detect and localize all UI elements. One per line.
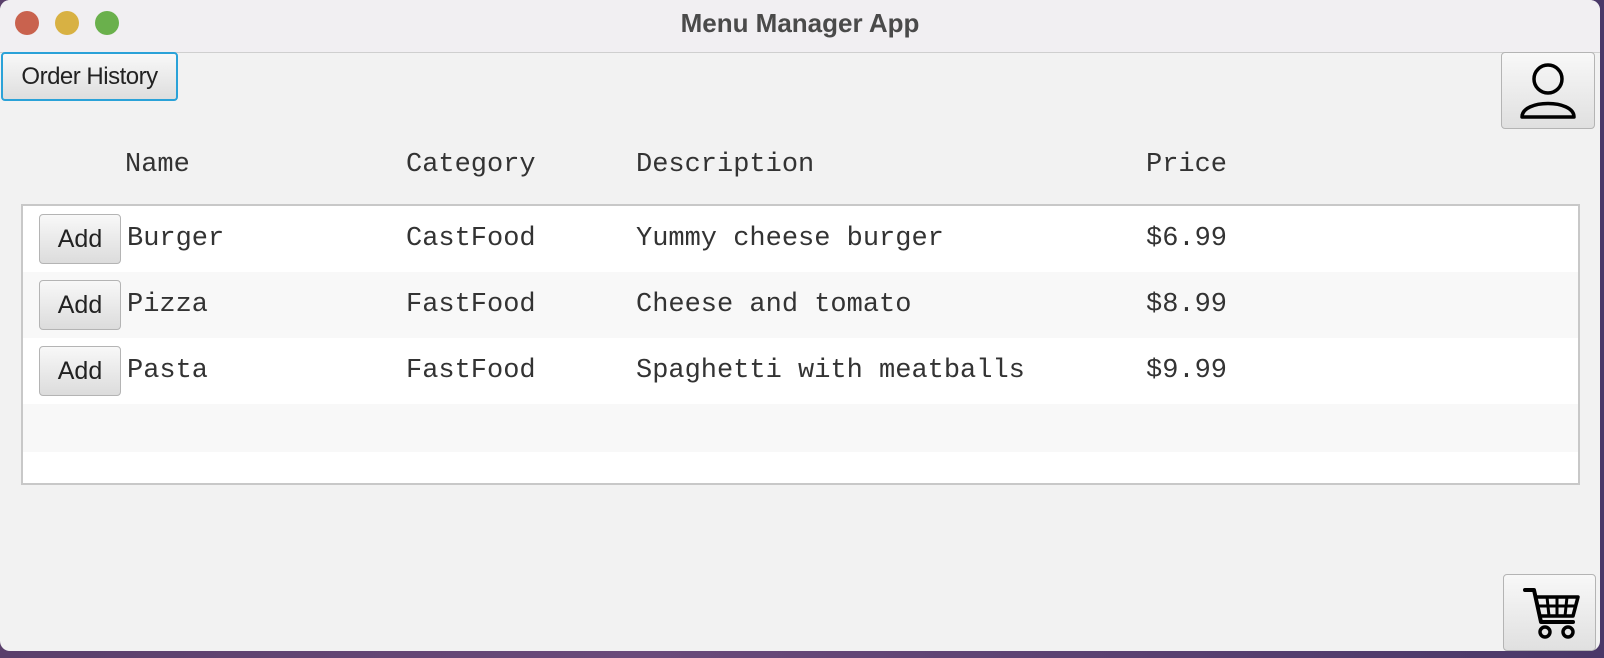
cell-category: FastFood [406, 290, 536, 320]
add-button[interactable]: Add [39, 214, 121, 264]
app-window: Menu Manager App Order History Name Cate… [0, 0, 1600, 651]
cell-description: Cheese and tomato [636, 290, 912, 320]
cell-price: $8.99 [1146, 290, 1228, 320]
cell-name: Pizza [127, 290, 209, 320]
cell-name: Burger [127, 224, 225, 254]
profile-button[interactable] [1501, 52, 1595, 129]
order-history-button[interactable]: Order History [1, 52, 178, 101]
cell-description: Yummy cheese burger [636, 224, 944, 254]
table-row[interactable]: Add Pasta FastFood Spaghetti with meatba… [23, 338, 1578, 404]
column-header-description[interactable]: Description [636, 150, 814, 180]
empty-row [23, 404, 1578, 452]
title-bar: Menu Manager App [0, 0, 1600, 53]
menu-table[interactable]: Add Burger CastFood Yummy cheese burger … [21, 204, 1580, 485]
add-button[interactable]: Add [39, 280, 121, 330]
column-header-category[interactable]: Category [406, 150, 536, 180]
window-title: Menu Manager App [680, 8, 920, 38]
table-row[interactable]: Add Pizza FastFood Cheese and tomato $8.… [23, 272, 1578, 338]
cell-price: $9.99 [1146, 356, 1228, 386]
cell-description: Spaghetti with meatballs [636, 356, 1025, 386]
column-header-name[interactable]: Name [125, 150, 190, 180]
cell-price: $6.99 [1146, 224, 1228, 254]
shopping-cart-icon [1523, 588, 1580, 639]
cell-category: FastFood [406, 356, 536, 386]
cell-name: Pasta [127, 356, 209, 386]
user-icon [1520, 63, 1576, 119]
table-row[interactable]: Add Burger CastFood Yummy cheese burger … [23, 206, 1578, 272]
add-button[interactable]: Add [39, 346, 121, 396]
cart-button[interactable] [1503, 574, 1596, 651]
empty-row [23, 452, 1578, 483]
cell-category: CastFood [406, 224, 536, 254]
column-header-price[interactable]: Price [1146, 150, 1227, 180]
